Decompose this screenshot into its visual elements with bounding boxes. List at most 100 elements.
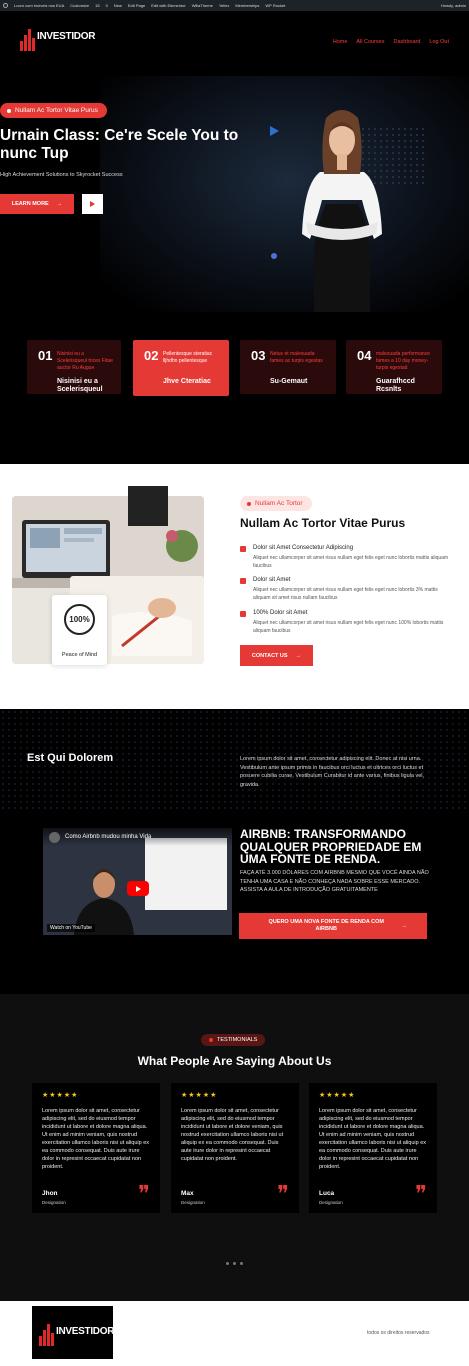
features-section: 01 Nisinisi eu a Scelerisqueul trices Fi… xyxy=(0,312,469,464)
channel-avatar[interactable] xyxy=(49,832,60,843)
hero-title: Urnain Class: Ce're Scele You to nunc Tu… xyxy=(0,127,239,162)
logo-text: INVESTIDOR xyxy=(37,31,96,42)
contact-us-button[interactable]: CONTACT US → xyxy=(240,645,313,666)
feature-description: Netus et malesuada fames ac turpis egest… xyxy=(270,351,323,364)
footer-logo-mark: INVESTIDOR xyxy=(39,1324,114,1346)
decor-square xyxy=(128,486,168,526)
triangle-decor-icon xyxy=(270,126,279,136)
hero-glow xyxy=(100,76,469,312)
youtube-video[interactable]: Como Airbnb mudou minha Vida Watch on Yo… xyxy=(43,828,232,935)
site-footer: INVESTIDOR todos os direitos reservados xyxy=(0,1301,469,1366)
feature-number: 01 xyxy=(38,348,53,363)
testimonials-title: What People Are Saying About Us xyxy=(137,1054,332,1068)
footer-logo-text: INVESTIDOR xyxy=(56,1326,115,1337)
carousel-dot[interactable] xyxy=(240,1262,243,1265)
checklist-text: Aliquet nec ullamcorper sit amet risus n… xyxy=(253,620,444,634)
admin-wp-rocket[interactable]: WP Rocket xyxy=(262,3,288,8)
testimonial-text: Lorem ipsum dolor sit amet, consectetur … xyxy=(42,1108,149,1170)
testimonial-card: ★★★★★ Lorem ipsum dolor sit amet, consec… xyxy=(171,1083,299,1213)
hero-badge: Nullam Ac Tortor Vitae Purus xyxy=(0,103,107,118)
carousel-dot[interactable] xyxy=(233,1262,236,1265)
arrow-right-icon: → xyxy=(295,652,302,659)
checklist-heading: Dolor sit Amet Consectetur Adipiscing xyxy=(253,545,354,551)
nav-log-out[interactable]: Log Out xyxy=(429,39,449,45)
quote-icon: ❞ xyxy=(277,1182,289,1207)
testimonial-name: Luca xyxy=(319,1190,335,1197)
rating-stars-icon: ★★★★★ xyxy=(181,1092,218,1099)
admin-site-name[interactable]: Lucro com imóveis nos EUA xyxy=(11,3,67,8)
play-icon xyxy=(90,201,95,207)
admin-customize[interactable]: Customize xyxy=(67,3,92,8)
admin-memberships[interactable]: Memberships xyxy=(232,3,262,8)
rating-stars-icon: ★★★★★ xyxy=(42,1092,79,1099)
carousel-dots xyxy=(226,1262,243,1265)
logo-bars-icon xyxy=(20,29,36,51)
video-whiteboard xyxy=(145,838,227,910)
check-icon xyxy=(240,578,246,584)
feature-title: Guarafhccd Rcsnlts xyxy=(376,378,415,393)
about-section: 100% Peace of Mind Nullam Ac Tortor Null… xyxy=(0,464,469,709)
site-header: INVESTIDOR Home All Courses Dashboard Lo… xyxy=(0,11,469,66)
feature-card-active[interactable]: 02 Pellentesque steratiac lljhdhn pellen… xyxy=(133,340,229,396)
quote-icon: ❞ xyxy=(138,1182,150,1207)
feature-description: malesuada performance fames a 10 day mon… xyxy=(376,351,430,371)
airbnb-heading: AIRBNB: TRANSFORMANDO QUALQUER PROPRIEDA… xyxy=(240,827,422,866)
logo-bars-icon xyxy=(39,1324,55,1346)
checklist-heading: 100% Dolor sit Amet xyxy=(253,610,308,616)
hero-section: Nullam Ac Tortor Vitae Purus Urnain Clas… xyxy=(0,66,469,312)
footer-logo[interactable]: INVESTIDOR xyxy=(32,1306,114,1359)
testimonials-badge: TESTIMONIALS xyxy=(201,1034,266,1046)
play-icon xyxy=(135,885,141,892)
play-button[interactable] xyxy=(82,194,103,214)
airbnb-cta-button[interactable]: QUERO UMA NOVA FONTE DE RENDA COM AIRBNB… xyxy=(239,913,427,939)
stat-label: Peace of Mind xyxy=(61,652,98,658)
check-icon xyxy=(240,611,246,617)
admin-comments[interactable]: 0 xyxy=(103,3,111,8)
hero-person-image xyxy=(302,110,382,312)
wordpress-icon[interactable] xyxy=(0,3,11,8)
copyright-text: todos os direitos reservados xyxy=(367,1330,430,1336)
admin-new[interactable]: New xyxy=(111,3,125,8)
testimonial-text: Lorem ipsum dolor sit amet, consectetur … xyxy=(319,1108,426,1170)
admin-theme[interactable]: WillaTheme xyxy=(189,3,216,8)
admin-yellex[interactable]: Yellex xyxy=(216,3,233,8)
main-nav: Home All Courses Dashboard Log Out xyxy=(333,39,449,45)
feature-title: Nisinisi eu a Scelerisqueul xyxy=(57,378,103,393)
testimonial-name: Max xyxy=(181,1190,194,1197)
nav-dashboard[interactable]: Dashboard xyxy=(394,39,421,45)
video-title[interactable]: Como Airbnb mudou minha Vida xyxy=(65,834,151,840)
testimonial-role: Designation xyxy=(319,1200,343,1205)
video-section: Est Qui Dolorem Lorem ipsum dolor sit am… xyxy=(0,709,469,994)
testimonial-name: Jhon xyxy=(42,1190,58,1197)
learn-more-button[interactable]: LEARN MORE → xyxy=(0,194,74,214)
checklist-text: Aliquet nec ullamcorper sit amet risus n… xyxy=(253,587,438,601)
watch-on-youtube[interactable]: Watch on YouTube xyxy=(47,924,95,932)
feature-number: 02 xyxy=(144,348,159,363)
carousel-dot[interactable] xyxy=(226,1262,229,1265)
admin-edit-page[interactable]: Edit Page xyxy=(125,3,148,8)
arrow-right-icon: → xyxy=(56,201,63,207)
youtube-play-button[interactable] xyxy=(127,881,149,896)
feature-card[interactable]: 01 Nisinisi eu a Scelerisqueul trices Fi… xyxy=(27,340,121,394)
slider-dot[interactable] xyxy=(271,253,277,259)
about-badge: Nullam Ac Tortor xyxy=(240,496,312,511)
admin-updates[interactable]: 15 xyxy=(92,3,102,8)
feature-card[interactable]: 03 Netus et malesuada fames ac turpis eg… xyxy=(240,340,336,394)
testimonial-card: ★★★★★ Lorem ipsum dolor sit amet, consec… xyxy=(309,1083,437,1213)
admin-elementor[interactable]: Edit with Elementor xyxy=(148,3,188,8)
nav-all-courses[interactable]: All Courses xyxy=(356,39,384,45)
feature-title: Jhve Cteratiac xyxy=(163,378,211,385)
testimonials-section: TESTIMONIALS What People Are Saying Abou… xyxy=(0,994,469,1301)
feature-card[interactable]: 04 malesuada performance fames a 10 day … xyxy=(346,340,442,394)
admin-howdy[interactable]: Howdy, admin xyxy=(438,3,469,8)
nav-home[interactable]: Home xyxy=(333,39,348,45)
feature-title: Su-Gemaut xyxy=(270,378,308,385)
section-paragraph: Lorem ipsum dolor sit amet, consectetur … xyxy=(240,756,425,788)
testimonial-role: Designation xyxy=(181,1200,205,1205)
testimonial-role: Designation xyxy=(42,1200,66,1205)
testimonial-card: ★★★★★ Lorem ipsum dolor sit amet, consec… xyxy=(32,1083,160,1213)
site-logo[interactable]: INVESTIDOR xyxy=(20,29,95,51)
feature-description: Nisinisi eu a Scelerisqueul trices Fitae… xyxy=(57,351,113,371)
arrow-right-icon: → xyxy=(401,922,408,929)
rating-stars-icon: ★★★★★ xyxy=(319,1092,356,1099)
